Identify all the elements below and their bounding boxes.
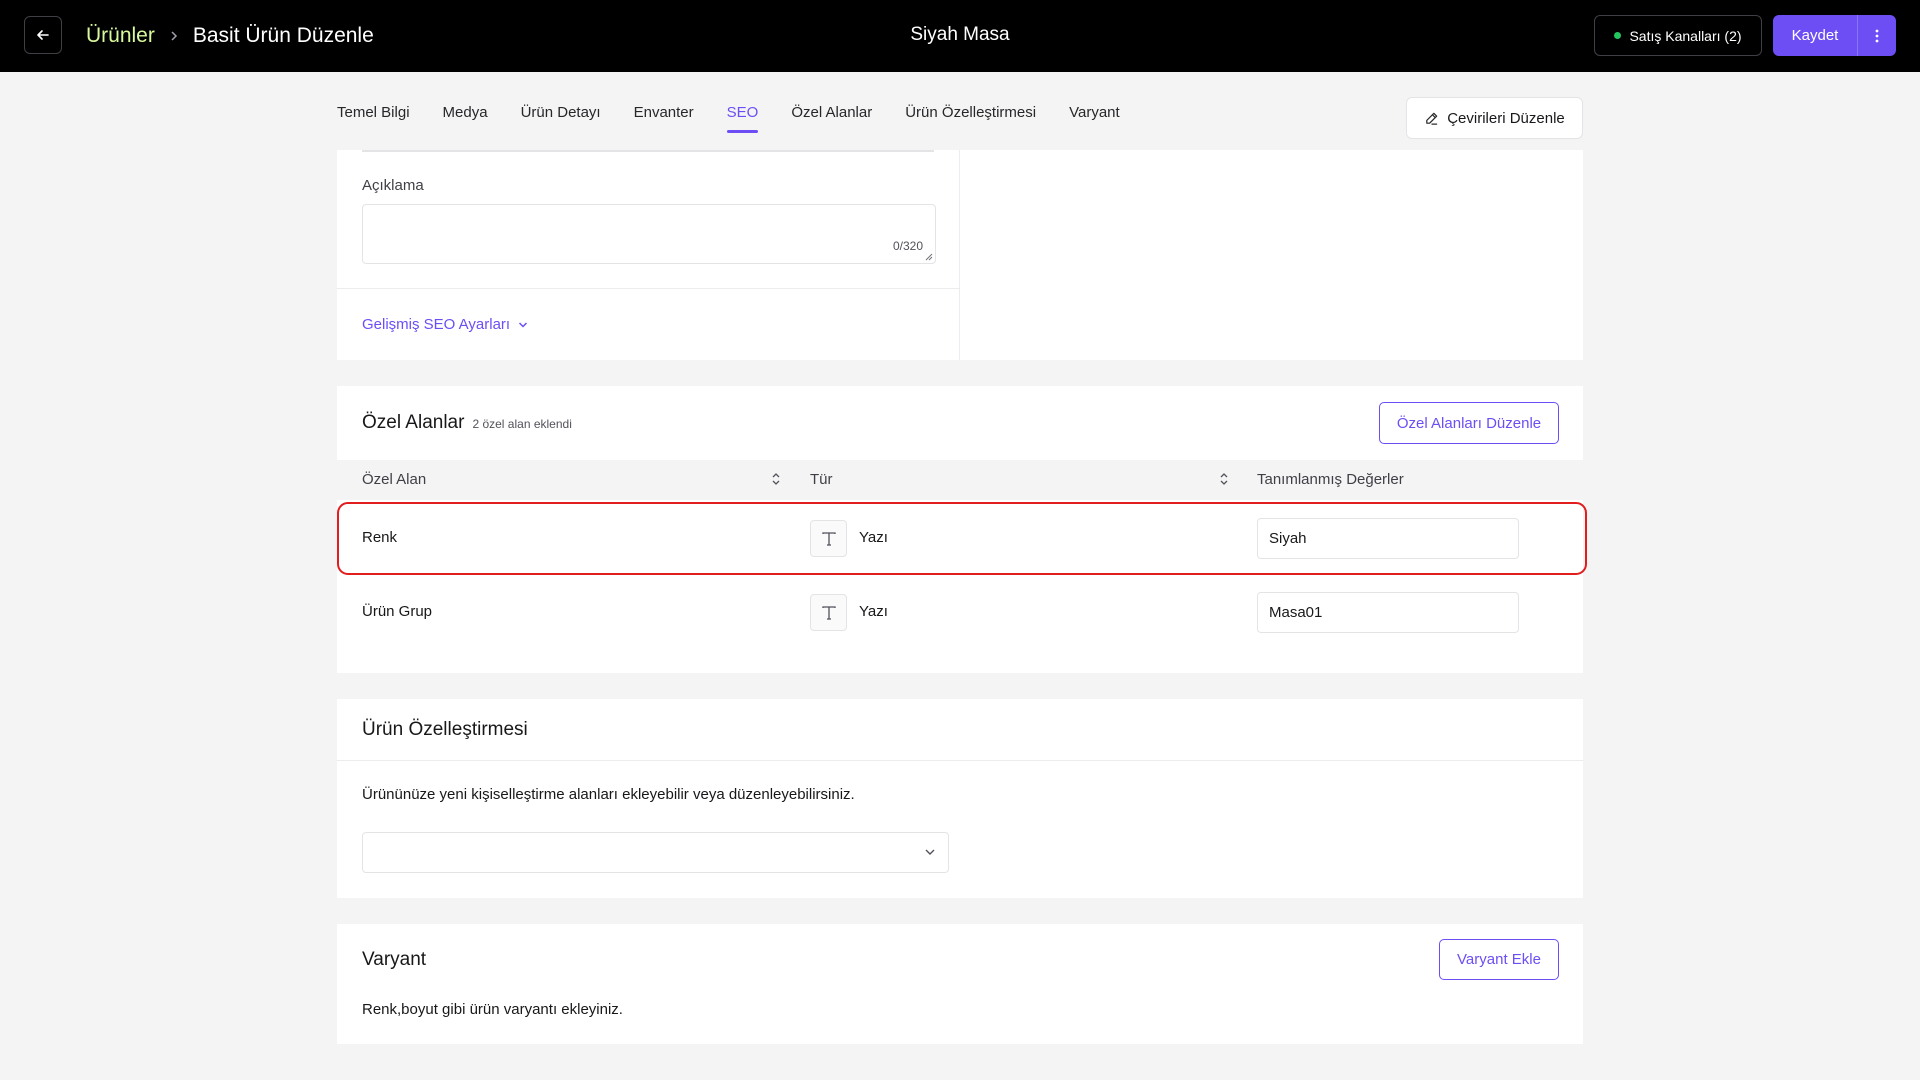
edit-translations-label: Çevirileri Düzenle <box>1447 109 1565 127</box>
vertical-dots-icon <box>1875 29 1879 42</box>
tab-urun-ozellestirmesi[interactable]: Ürün Özelleştirmesi <box>905 104 1036 133</box>
field-name: Renk <box>362 529 398 546</box>
chevron-right-icon <box>169 30 179 42</box>
sort-icon[interactable] <box>1219 471 1229 487</box>
text-type-icon <box>810 520 847 557</box>
add-variant-button[interactable]: Varyant Ekle <box>1439 939 1559 980</box>
resize-handle-icon[interactable] <box>925 253 933 261</box>
save-button-group: Kaydet <box>1773 15 1896 56</box>
advanced-seo-label: Gelişmiş SEO Ayarları <box>362 316 511 333</box>
field-value-input[interactable]: Masa01 <box>1257 592 1519 633</box>
column-header-field: Özel Alan <box>362 471 427 488</box>
tab-urun-detayi[interactable]: Ürün Detayı <box>521 104 601 133</box>
sort-icon[interactable] <box>771 471 781 487</box>
character-counter: 0/320 <box>892 239 923 253</box>
tab-seo[interactable]: SEO <box>726 104 758 133</box>
custom-fields-heading: Özel Alanlar 2 özel alan eklendi <box>362 412 572 434</box>
text-type-icon <box>810 594 847 631</box>
description-label: Açıklama <box>362 177 424 194</box>
more-options-button[interactable] <box>1857 15 1896 56</box>
breadcrumb-parent-link[interactable]: Ürünler <box>86 24 155 48</box>
advanced-seo-settings-toggle[interactable]: Gelişmiş SEO Ayarları <box>362 316 528 333</box>
customization-description: Ürününüze yeni kişiselleştirme alanları … <box>362 786 855 803</box>
tab-ozel-alanlar[interactable]: Özel Alanlar <box>791 104 872 133</box>
sales-channels-button[interactable]: Satış Kanalları (2) <box>1594 15 1762 56</box>
breadcrumb: Ürünler Basit Ürün Düzenle <box>86 22 374 50</box>
pencil-icon <box>1426 112 1438 125</box>
tab-temel-bilgi[interactable]: Temel Bilgi <box>337 104 410 133</box>
table-row: Renk Yazı Siyah <box>337 502 1583 574</box>
seo-card: Açıklama 0/320 Gelişmiş SEO Ayarları <box>337 150 1583 360</box>
customization-select[interactable] <box>362 832 949 873</box>
edit-translations-button[interactable]: Çevirileri Düzenle <box>1406 97 1583 139</box>
tab-envanter[interactable]: Envanter <box>634 104 694 133</box>
tab-bar: Temel Bilgi Medya Ürün Detayı Envanter S… <box>337 104 1153 133</box>
page-title: Basit Ürün Düzenle <box>192 24 374 47</box>
chevron-down-icon <box>925 849 935 855</box>
description-textarea[interactable]: 0/320 <box>362 204 936 264</box>
status-dot-icon <box>1614 32 1622 39</box>
field-type: Yazı <box>859 529 888 546</box>
custom-fields-card: Özel Alanlar 2 özel alan eklendi Özel Al… <box>337 386 1583 673</box>
save-button[interactable]: Kaydet <box>1773 15 1857 56</box>
tab-medya[interactable]: Medya <box>443 104 488 133</box>
variant-title: Varyant <box>362 949 427 970</box>
variant-card: Varyant Varyant Ekle Renk,boyut gibi ürü… <box>337 924 1583 1044</box>
custom-fields-title: Özel Alanlar <box>362 412 465 433</box>
field-name: Ürün Grup <box>362 603 433 620</box>
back-button[interactable] <box>24 16 62 54</box>
tab-varyant[interactable]: Varyant <box>1069 104 1120 133</box>
divider <box>337 288 959 289</box>
field-type: Yazı <box>859 603 888 620</box>
custom-fields-count: 2 özel alan eklendi <box>472 417 572 431</box>
seo-left-panel: Açıklama 0/320 Gelişmiş SEO Ayarları <box>337 150 960 360</box>
divider <box>362 150 934 152</box>
sales-channels-label: Satış Kanalları (2) <box>1629 27 1742 44</box>
column-header-values: Tanımlanmış Değerler <box>1257 471 1404 488</box>
top-bar: Ürünler Basit Ürün Düzenle Siyah Masa Sa… <box>0 0 1920 72</box>
table-row: Ürün Grup Yazı Masa01 <box>337 576 1583 648</box>
customization-title: Ürün Özelleştirmesi <box>362 719 528 740</box>
edit-custom-fields-button[interactable]: Özel Alanları Düzenle <box>1379 402 1559 444</box>
product-customization-card: Ürün Özelleştirmesi Ürününüze yeni kişis… <box>337 699 1583 898</box>
variant-description: Renk,boyut gibi ürün varyantı ekleyiniz. <box>362 1001 623 1018</box>
table-header: Özel Alan Tür Tanımlanmış Değerler <box>337 460 1583 500</box>
chevron-down-icon <box>519 321 528 328</box>
divider <box>337 760 1583 761</box>
arrow-left-icon <box>37 30 49 40</box>
field-value-input[interactable]: Siyah <box>1257 518 1519 559</box>
column-header-type: Tür <box>810 471 833 488</box>
